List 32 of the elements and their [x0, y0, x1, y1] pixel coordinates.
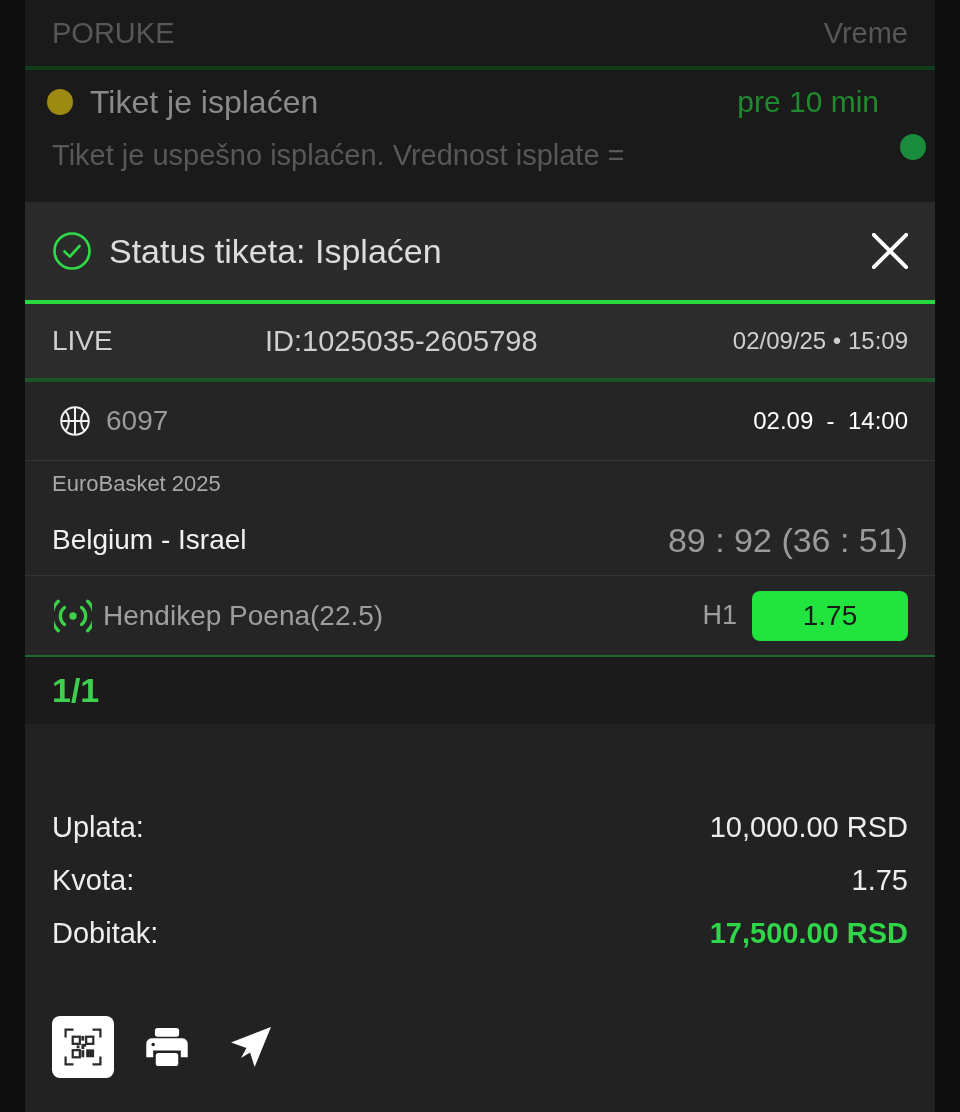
ticket-id: ID:1025035-2605798 [265, 324, 538, 358]
summary-value: 1.75 [851, 864, 908, 897]
ticket-date: 02/09/25 • 15:09 [732, 327, 908, 355]
summary-label: Dobitak: [52, 917, 159, 950]
column-header: Vreme [823, 16, 908, 50]
selection-count: 1/1 [52, 671, 100, 710]
ticket-type: LIVE [52, 325, 113, 357]
message-text: Tiket je uspešno isplaćen. Vrednost isplate = [52, 138, 625, 173]
league-name: EuroBasket 2025 [52, 471, 221, 497]
bet-pick: H1 [702, 600, 737, 631]
dialog-title: Status tiketa: Isplaćen [109, 231, 442, 271]
qr-code-icon [64, 1028, 102, 1066]
odds-value: 1.75 [752, 590, 908, 641]
summary-value: 17,500.00 RSD [709, 917, 908, 950]
summary-value: 10,000.00 RSD [709, 811, 908, 844]
check-circle-icon [52, 231, 92, 271]
printer-icon [146, 1028, 188, 1066]
bet-market: Hendikep Poena(22.5) [103, 599, 384, 632]
close-icon [872, 233, 908, 269]
match-score: 89 : 92 (36 : 51) [667, 520, 908, 560]
close-button[interactable] [872, 233, 908, 269]
summary-label: Kvota: [52, 864, 135, 897]
event-code: 6097 [106, 405, 169, 437]
event-start-time: 02.09 - 14:00 [753, 407, 908, 435]
column-header: PORUKE [52, 16, 175, 50]
message-time: pre 10 min [737, 85, 879, 119]
basketball-icon [60, 406, 90, 436]
match-teams: Belgium - Israel [52, 524, 247, 556]
send-icon [231, 1027, 271, 1067]
qr-button[interactable] [52, 1016, 114, 1078]
summary-label: Uplata: [52, 811, 144, 844]
message-title: Tiket je isplaćen [90, 83, 319, 121]
